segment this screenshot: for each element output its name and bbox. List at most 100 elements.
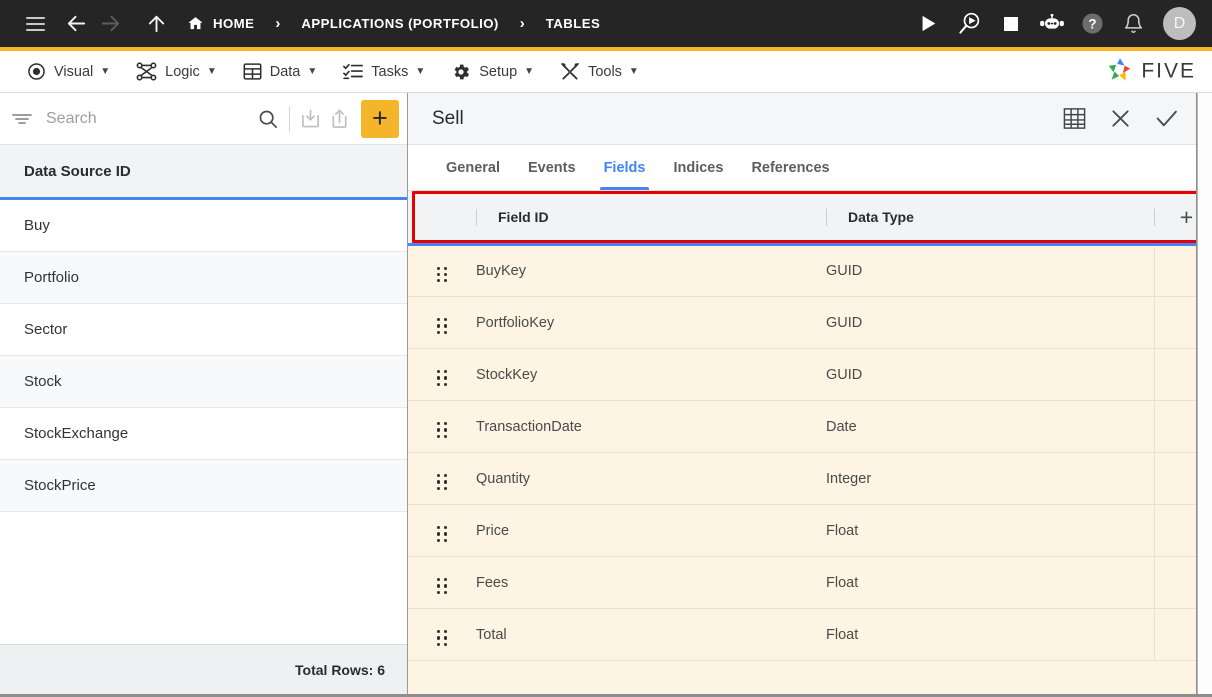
- add-column-button[interactable]: +: [1154, 191, 1196, 246]
- cell-field-id[interactable]: Total: [476, 608, 826, 661]
- cell-field-id[interactable]: StockKey: [476, 348, 826, 401]
- table-row[interactable]: Price Float: [408, 504, 1196, 557]
- sidebar-item-stockexchange[interactable]: StockExchange: [0, 408, 407, 460]
- cell-data-type[interactable]: GUID: [826, 348, 1154, 401]
- cell-empty: [1154, 660, 1196, 694]
- search-input[interactable]: [46, 109, 253, 128]
- drag-handle-icon[interactable]: [435, 524, 450, 544]
- breadcrumb-item-home[interactable]: HOME: [187, 15, 254, 32]
- export-upload-icon[interactable]: [325, 102, 355, 136]
- home-icon: [187, 15, 204, 32]
- vertical-scrollbar[interactable]: [1197, 93, 1212, 694]
- cell-text: Total: [476, 626, 507, 643]
- drag-handle-cell[interactable]: [408, 348, 476, 401]
- table-row[interactable]: Total Float: [408, 608, 1196, 661]
- tab-general[interactable]: General: [432, 145, 514, 190]
- menu-item-data[interactable]: Data ▼: [230, 51, 331, 92]
- cell-data-type[interactable]: Date: [826, 400, 1154, 453]
- column-header-field-id[interactable]: Field ID: [476, 191, 826, 246]
- data-grid-icon: [243, 62, 262, 81]
- cell-empty: [476, 660, 826, 694]
- cell-data-type[interactable]: GUID: [826, 244, 1154, 297]
- drag-handle-icon[interactable]: [435, 576, 450, 596]
- drag-handle-icon[interactable]: [435, 628, 450, 648]
- import-download-icon[interactable]: [295, 102, 325, 136]
- hamburger-menu-icon[interactable]: [18, 7, 52, 41]
- menu-item-setup[interactable]: Setup ▼: [438, 51, 547, 92]
- table-row[interactable]: StockKey GUID: [408, 348, 1196, 401]
- notifications-bell-icon[interactable]: [1118, 8, 1149, 39]
- stop-icon[interactable]: [995, 8, 1026, 39]
- tab-label: References: [751, 159, 830, 176]
- cell-field-id[interactable]: BuyKey: [476, 244, 826, 297]
- cell-text: Integer: [826, 470, 872, 487]
- drag-handle-cell[interactable]: [408, 608, 476, 661]
- table-row[interactable]: Quantity Integer: [408, 452, 1196, 505]
- avatar-initial: D: [1173, 14, 1186, 32]
- sidebar-item-sector[interactable]: Sector: [0, 304, 407, 356]
- breadcrumb-label-tables: TABLES: [545, 16, 601, 31]
- debug-icon[interactable]: [954, 8, 985, 39]
- back-arrow-icon[interactable]: [59, 7, 93, 41]
- add-data-source-button[interactable]: +: [360, 99, 400, 138]
- cell-field-id[interactable]: PortfolioKey: [476, 296, 826, 349]
- drag-handle-cell[interactable]: [408, 400, 476, 453]
- table-view-icon[interactable]: [1058, 103, 1090, 135]
- table-row[interactable]: PortfolioKey GUID: [408, 296, 1196, 349]
- drag-handle-icon[interactable]: [435, 316, 450, 336]
- data-source-header-label: Data Source ID: [24, 162, 131, 180]
- panel-header: Sell: [408, 93, 1196, 145]
- breadcrumb-item-applications[interactable]: APPLICATIONS (PORTFOLIO): [301, 16, 498, 31]
- column-header-data-type[interactable]: Data Type: [826, 191, 1154, 246]
- drag-handle-icon[interactable]: [435, 368, 450, 388]
- cell-data-type[interactable]: Integer: [826, 452, 1154, 505]
- cell-field-id[interactable]: TransactionDate: [476, 400, 826, 453]
- breadcrumb-item-tables[interactable]: TABLES: [546, 16, 600, 31]
- tab-fields[interactable]: Fields: [590, 145, 660, 190]
- help-icon[interactable]: ?: [1077, 8, 1108, 39]
- avatar[interactable]: D: [1163, 7, 1196, 40]
- drag-handle-cell[interactable]: [408, 504, 476, 557]
- cell-extra: [1153, 244, 1196, 297]
- menu-item-tasks[interactable]: Tasks ▼: [330, 51, 438, 92]
- drag-handle-icon[interactable]: [435, 420, 450, 440]
- sidebar-item-portfolio[interactable]: Portfolio: [0, 252, 407, 304]
- cell-data-type[interactable]: Float: [826, 504, 1154, 557]
- table-row[interactable]: BuyKey GUID: [408, 244, 1196, 297]
- drag-handle-icon[interactable]: [435, 472, 450, 492]
- drag-handle-cell[interactable]: [408, 452, 476, 505]
- chatbot-icon[interactable]: [1036, 8, 1067, 39]
- cell-empty: [826, 660, 1154, 694]
- table-row[interactable]: TransactionDate Date: [408, 400, 1196, 453]
- tab-indices[interactable]: Indices: [659, 145, 737, 190]
- cell-field-id[interactable]: Fees: [476, 556, 826, 609]
- drag-handle-cell[interactable]: [408, 556, 476, 609]
- menu-item-tools[interactable]: Tools ▼: [547, 51, 652, 92]
- cell-data-type[interactable]: Float: [826, 608, 1154, 661]
- cell-field-id[interactable]: Price: [476, 504, 826, 557]
- cell-data-type[interactable]: GUID: [826, 296, 1154, 349]
- tab-events[interactable]: Events: [514, 145, 590, 190]
- close-icon[interactable]: [1104, 103, 1136, 135]
- up-arrow-icon[interactable]: [139, 7, 173, 41]
- filter-icon[interactable]: [12, 111, 32, 127]
- sidebar-item-stock[interactable]: Stock: [0, 356, 407, 408]
- forward-arrow-icon[interactable]: [93, 7, 127, 41]
- cell-field-id[interactable]: Quantity: [476, 452, 826, 505]
- fields-table: Field ID Data Type + BuyKey GUID Portfol…: [408, 191, 1196, 694]
- save-check-icon[interactable]: [1150, 103, 1182, 135]
- column-header-label: Data Type: [848, 209, 914, 225]
- drag-handle-cell[interactable]: [408, 244, 476, 297]
- search-icon[interactable]: [253, 102, 283, 136]
- menu-item-visual[interactable]: Visual ▼: [14, 51, 123, 92]
- drag-handle-icon[interactable]: [435, 265, 450, 285]
- sidebar-item-stockprice[interactable]: StockPrice: [0, 460, 407, 512]
- run-icon[interactable]: [913, 8, 944, 39]
- cell-data-type[interactable]: Float: [826, 556, 1154, 609]
- chevron-down-icon: ▼: [628, 66, 639, 77]
- tab-references[interactable]: References: [737, 145, 843, 190]
- table-row[interactable]: Fees Float: [408, 556, 1196, 609]
- sidebar-item-buy[interactable]: Buy: [0, 200, 407, 252]
- drag-handle-cell[interactable]: [408, 296, 476, 349]
- menu-item-logic[interactable]: Logic ▼: [123, 51, 230, 92]
